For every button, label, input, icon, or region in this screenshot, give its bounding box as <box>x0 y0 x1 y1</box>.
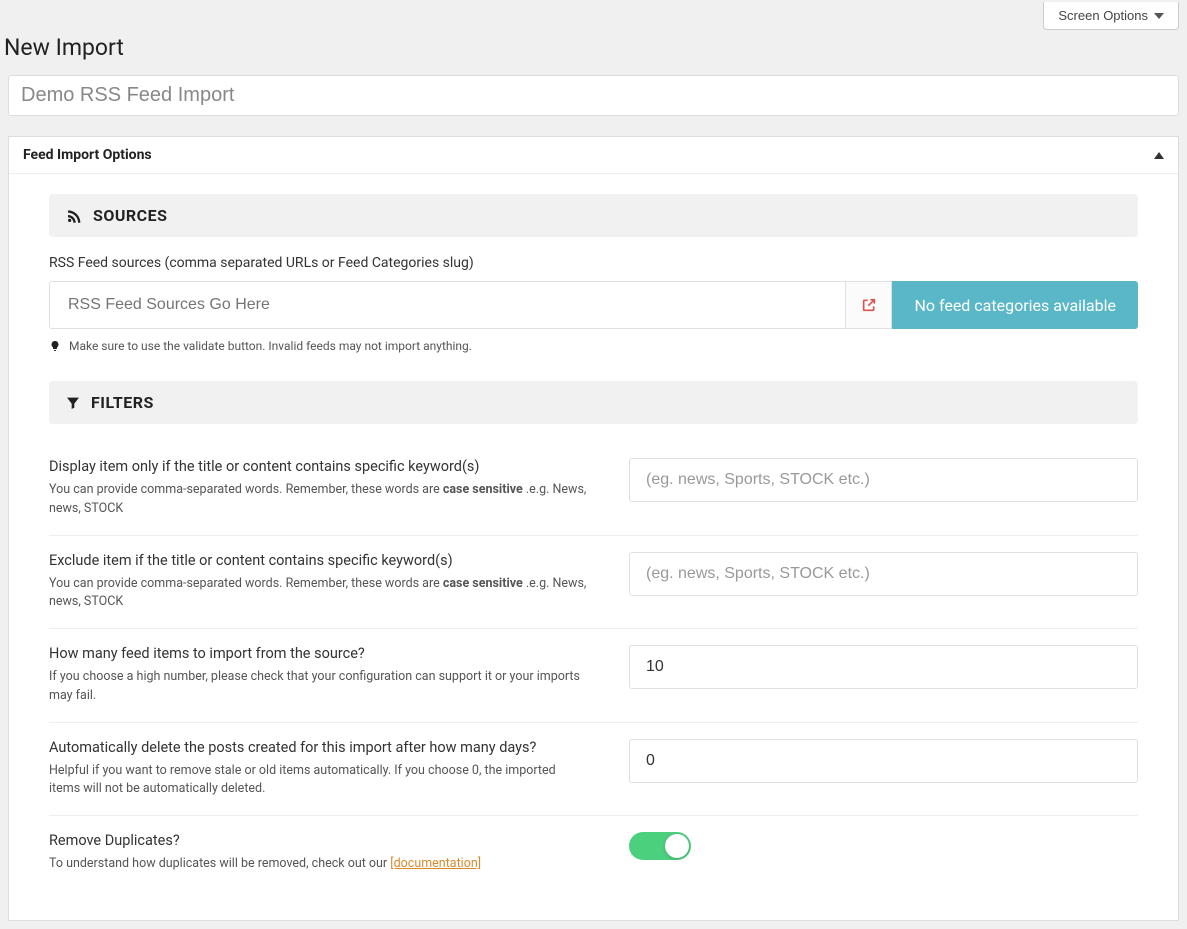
feed-categories-badge: No feed categories available <box>892 281 1138 329</box>
filter-icon <box>65 395 81 411</box>
filters-heading: FILTERS <box>91 393 154 412</box>
row-title: Remove Duplicates? <box>49 832 589 849</box>
sources-heading: SOURCES <box>93 206 168 225</box>
auto-delete-days-input[interactable] <box>629 739 1138 783</box>
sources-hint: Make sure to use the validate button. In… <box>69 339 472 353</box>
sources-label: RSS Feed sources (comma separated URLs o… <box>49 255 1138 271</box>
import-title-input[interactable] <box>8 75 1179 116</box>
exclude-keywords-input[interactable] <box>629 552 1138 596</box>
screen-options-button[interactable]: Screen Options <box>1043 2 1179 30</box>
row-title: How many feed items to import from the s… <box>49 645 589 662</box>
filter-row-auto-delete-days: Automatically delete the posts created f… <box>49 723 1138 817</box>
filters-section-header: FILTERS <box>49 381 1138 424</box>
panel-header[interactable]: Feed Import Options <box>9 137 1178 174</box>
filter-row-include-keywords: Display item only if the title or conten… <box>49 442 1138 536</box>
item-count-input[interactable] <box>629 645 1138 689</box>
include-keywords-input[interactable] <box>629 458 1138 502</box>
row-desc: You can provide comma-separated words. R… <box>49 575 589 613</box>
filter-row-item-count: How many feed items to import from the s… <box>49 629 1138 723</box>
row-title: Automatically delete the posts created f… <box>49 739 589 756</box>
row-desc: Helpful if you want to remove stale or o… <box>49 762 589 800</box>
chevron-down-icon <box>1154 13 1164 19</box>
documentation-link[interactable]: [documentation] <box>390 856 481 871</box>
row-desc: If you choose a high number, please chec… <box>49 668 589 706</box>
screen-options-label: Screen Options <box>1058 8 1148 23</box>
rss-sources-input[interactable] <box>49 281 846 329</box>
filter-row-exclude-keywords: Exclude item if the title or content con… <box>49 536 1138 630</box>
row-desc: To understand how duplicates will be rem… <box>49 855 589 874</box>
lightbulb-icon <box>49 339 61 353</box>
sources-section-header: SOURCES <box>49 194 1138 237</box>
rss-icon <box>65 207 83 225</box>
page-title: New Import <box>0 30 1187 75</box>
collapse-icon <box>1154 152 1164 159</box>
row-desc: You can provide comma-separated words. R… <box>49 481 589 519</box>
row-title: Exclude item if the title or content con… <box>49 552 589 569</box>
external-link-icon <box>861 297 877 313</box>
toggle-knob <box>665 834 689 858</box>
validate-feed-button[interactable] <box>846 281 892 329</box>
panel-title: Feed Import Options <box>23 147 152 163</box>
remove-duplicates-toggle[interactable] <box>629 832 691 860</box>
row-title: Display item only if the title or conten… <box>49 458 589 475</box>
feed-import-options-panel: Feed Import Options SOURCES RSS Feed sou… <box>8 136 1179 921</box>
filter-row-remove-duplicates: Remove Duplicates? To understand how dup… <box>49 816 1138 890</box>
